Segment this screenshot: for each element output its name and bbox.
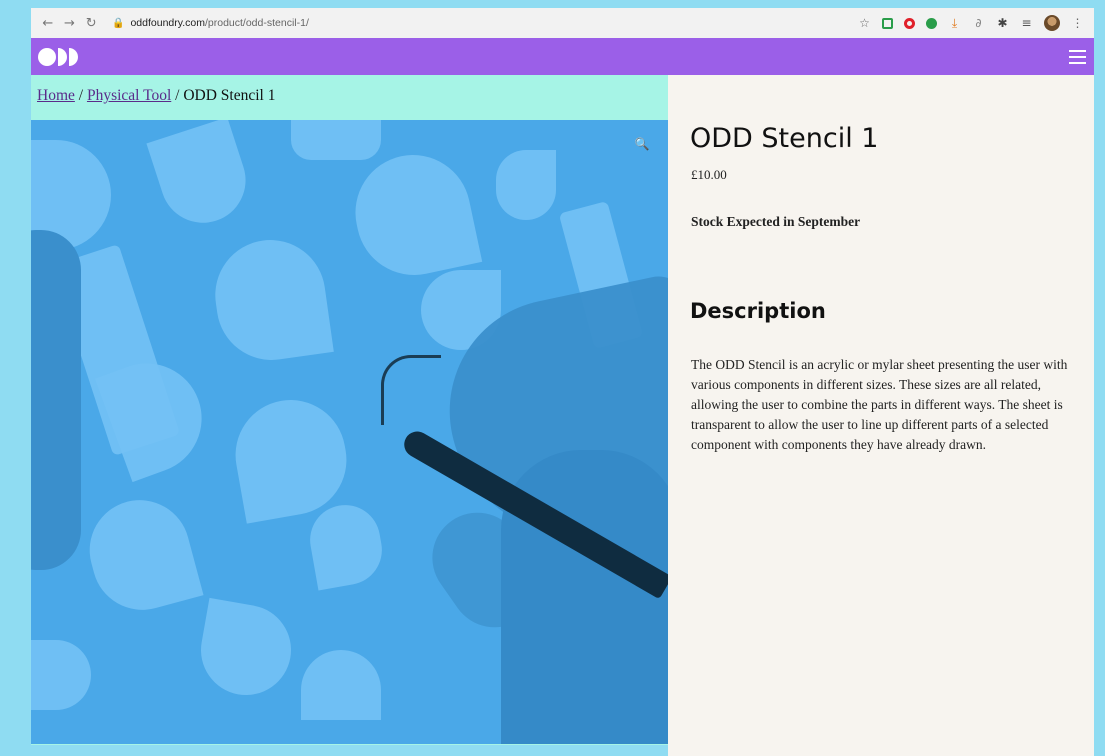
url-text[interactable]: oddfoundry.com/product/odd-stencil-1/ (130, 17, 308, 29)
reload-icon[interactable]: ↻ (82, 14, 100, 32)
product-description: The ODD Stencil is an acrylic or mylar s… (691, 357, 1068, 452)
product-summary-panel: ODD Stencil 1 £10.00 Stock Expected in S… (668, 75, 1094, 756)
product-image[interactable]: 🔍 (31, 120, 668, 744)
back-arrow-icon[interactable]: ← (39, 14, 57, 32)
product-title: ODD Stencil 1 (690, 123, 879, 154)
url-path: /product/odd-stencil-1/ (204, 17, 309, 29)
hamburger-menu-icon[interactable] (1069, 49, 1086, 64)
puzzle-icon[interactable]: ✱ (996, 16, 1009, 30)
stock-status: Stock Expected in September (691, 214, 861, 229)
url-domain: oddfoundry.com (130, 17, 205, 29)
product-price: £10.00 (691, 167, 727, 182)
browser-toolbar: ← → ↻ 🔒 oddfoundry.com/product/odd-stenc… (31, 8, 1094, 38)
site-header (31, 38, 1094, 75)
breadcrumb-home-link[interactable]: Home (37, 87, 75, 104)
forward-arrow-icon[interactable]: → (61, 14, 79, 32)
breadcrumb-separator: / (78, 87, 84, 104)
profile-avatar-icon[interactable] (1044, 15, 1061, 31)
pen-icon[interactable]: ∂ (972, 16, 985, 30)
odd-logo[interactable] (38, 47, 78, 66)
address-bar[interactable]: 🔒 oddfoundry.com/product/odd-stencil-1/ (112, 12, 858, 34)
star-icon[interactable]: ☆ (858, 16, 871, 30)
extension-green-icon[interactable] (882, 17, 894, 29)
extensions-area: ☆ ⤓ ∂ ✱ ≡ ⋮ (858, 15, 1084, 31)
kebab-menu-icon[interactable]: ⋮ (1071, 16, 1084, 30)
reading-list-icon[interactable]: ≡ (1020, 16, 1033, 30)
breadcrumb-separator: / (175, 87, 180, 104)
product-gallery-panel: Home / Physical Tool / ODD Stencil 1 🔍 (31, 75, 668, 745)
description-heading: Description (690, 299, 826, 323)
download-icon[interactable]: ⤓ (948, 16, 961, 30)
extension-circle-icon[interactable] (926, 17, 938, 29)
lock-icon: 🔒 (112, 17, 125, 29)
breadcrumb-current: ODD Stencil 1 (183, 87, 276, 104)
breadcrumb-category-link[interactable]: Physical Tool (87, 87, 171, 104)
extension-opera-icon[interactable] (904, 17, 916, 29)
breadcrumb: Home / Physical Tool / ODD Stencil 1 (37, 87, 275, 105)
magnifier-icon[interactable]: 🔍 (635, 137, 650, 151)
